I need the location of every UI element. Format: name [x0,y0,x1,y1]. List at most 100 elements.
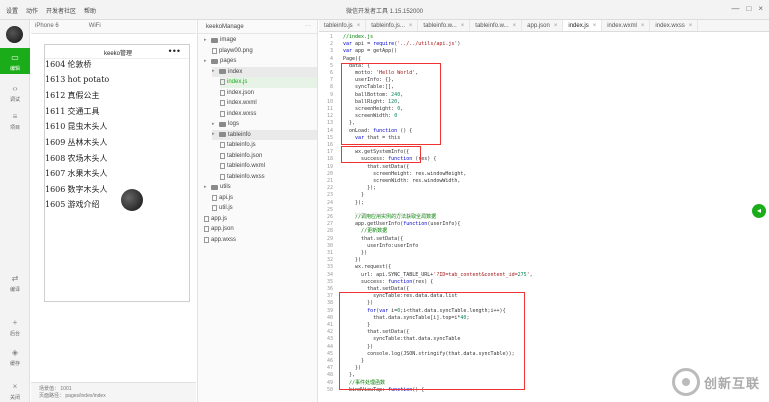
editor-tab[interactable]: index.wxml × [602,20,651,31]
code-text: }) [343,343,374,350]
chevron-icon[interactable]: ▸ [204,58,209,64]
tree-folder[interactable]: ▸ utils [204,182,317,193]
code-text: //事件处理函数 [343,379,386,386]
list-item[interactable]: 1608 农场木头人 [45,153,189,169]
code-text: onLoad: function () { [343,127,413,134]
toolbar-edit-label: 编辑 [9,66,20,72]
item-title: 真假公主 [67,91,100,101]
code-text: console.log(JSON.stringify(that.data.syn… [343,350,515,357]
toolbar-backend[interactable]: + 后台 [0,318,30,337]
device-select[interactable]: iPhone 6 [35,23,59,29]
item-number: 1604 [45,60,66,69]
editor-tab[interactable]: tableinfo.w... × [418,20,471,31]
toolbar-compile[interactable]: ⇄ 编译 [0,274,30,293]
code-text: app.getUserInfo(function(userInfo){ [343,221,461,228]
list-item[interactable]: 1605 游戏介绍 [45,199,189,215]
file-tree-panel: keekoManage ··· ▸ image playw00.png ▸ pages ▸… [197,20,318,402]
chevron-icon[interactable]: ▸ [212,132,217,137]
toolbar-debug[interactable]: ‹› 调试 [0,84,30,103]
tree-folder[interactable]: ▸ logs [212,119,317,130]
tab-close-icon[interactable]: × [554,23,558,29]
tab-close-icon[interactable]: × [357,23,361,29]
close-window-button[interactable]: × [758,4,763,13]
tree-file[interactable]: index.wxss [220,109,317,120]
tree-item-label: pages [220,58,237,65]
tab-close-icon[interactable]: × [689,23,693,29]
toolbar-project[interactable]: ≡ 项目 [0,112,30,131]
folder-icon [219,121,226,127]
tree-file[interactable]: api.js [212,193,317,204]
tree-file[interactable]: app.js [204,214,317,225]
more-icon[interactable]: ··· [305,23,311,29]
chevron-icon[interactable]: ▸ [212,69,217,74]
chevron-icon[interactable]: ▸ [212,121,217,127]
editor-tab[interactable]: tableinfo.js × [319,20,367,31]
tree-file[interactable]: app.json [204,224,317,235]
chevron-icon[interactable]: ▸ [204,184,209,190]
simulator-footer: 场景值： 1001 页面路径： pages/index/index [31,382,196,402]
editor-tab[interactable]: tableinfo.w... × [470,20,523,31]
minimize-button[interactable]: — [731,4,739,13]
tree-item-label: utils [220,184,231,191]
tree-item-label: logs [228,121,240,128]
editor-tab[interactable]: app.json × [522,20,564,31]
more-dots-icon[interactable]: ••• [169,46,181,56]
list-item[interactable]: 1613 hot potato [45,75,189,91]
tree-file[interactable]: tableinfo.json [220,151,317,162]
network-select[interactable]: WiFi [89,23,101,29]
floating-ball-avatar[interactable] [121,189,143,211]
code-text: Page({ [343,55,362,62]
list-item[interactable]: 1604 伦敦桥 [45,59,189,75]
tree-file[interactable]: index.json [220,88,317,99]
tree-folder[interactable]: ▸ index [212,66,317,77]
item-number: 1613 [45,74,66,84]
file-icon [220,110,225,117]
editor-tab-active[interactable]: index.js × [563,20,603,31]
editor-tab[interactable]: index.wxss × [650,20,699,31]
item-title: 伦敦桥 [67,60,92,69]
tab-close-icon[interactable]: × [409,23,413,29]
scene-value: 1001 [60,386,72,392]
tree-file[interactable]: tableinfo.js [220,140,317,151]
tab-close-icon[interactable]: × [461,23,465,29]
user-avatar[interactable] [6,26,23,43]
tree-folder[interactable]: ▸ image [204,35,317,46]
window-title: 微信开发者工具 1.15.152000 [345,9,424,15]
code-text: wx.getSystemInfo({ [343,149,410,156]
tree-item-label: tableinfo [228,131,251,138]
tab-close-icon[interactable]: × [593,23,597,29]
side-toggle-button[interactable]: ◂ [752,204,766,218]
toolbar-cache[interactable]: ◈ 缓存 [0,348,30,367]
folder-icon [211,58,218,64]
tree-file[interactable]: playw00.png [212,46,317,57]
tree-file[interactable]: index.wxml [220,98,317,109]
list-item[interactable]: 1612 真假公主 [45,90,189,106]
list-item[interactable]: 1607 水果木头人 [45,168,189,184]
item-number: 1610 [45,122,66,132]
tree-item-label: index.json [227,89,255,96]
tree-item-label: app.js [211,215,228,222]
maximize-button[interactable]: □ [746,4,751,13]
tree-file[interactable]: tableinfo.wxss [220,172,317,183]
list-item[interactable]: 1606 数字木头人 [45,184,189,200]
toolbar-edit[interactable]: ▭ 编辑 [0,48,30,74]
toolbar-close[interactable]: × 关闭 [0,382,30,401]
tab-close-icon[interactable]: × [513,23,517,29]
tree-file[interactable]: app.wxss [204,235,317,246]
list-item[interactable]: 1610 昆虫木头人 [45,121,189,137]
tree-folder[interactable]: ▸ pages [204,56,317,67]
item-title: 农场木头人 [67,153,108,163]
tree-item-label: tableinfo.js [227,142,256,149]
tree-item-label: app.json [211,226,234,233]
file-tree-header: keekoManage ··· [198,20,317,34]
list-item[interactable]: 1611 交通工具 [45,106,189,122]
editor-tab[interactable]: tableinfo.js... × [366,20,419,31]
tree-folder[interactable]: ▸ tableinfo [212,129,317,140]
tree-file[interactable]: util.js [212,203,317,214]
tab-close-icon[interactable]: × [641,23,645,29]
tree-file[interactable]: index.js [220,77,317,88]
phone-nav-bar: keeko管理 ••• [45,45,189,59]
chevron-icon[interactable]: ▸ [204,37,209,43]
list-item[interactable]: 1609 丛林木头人 [45,137,189,153]
tree-file[interactable]: tableinfo.wxml [220,161,317,172]
